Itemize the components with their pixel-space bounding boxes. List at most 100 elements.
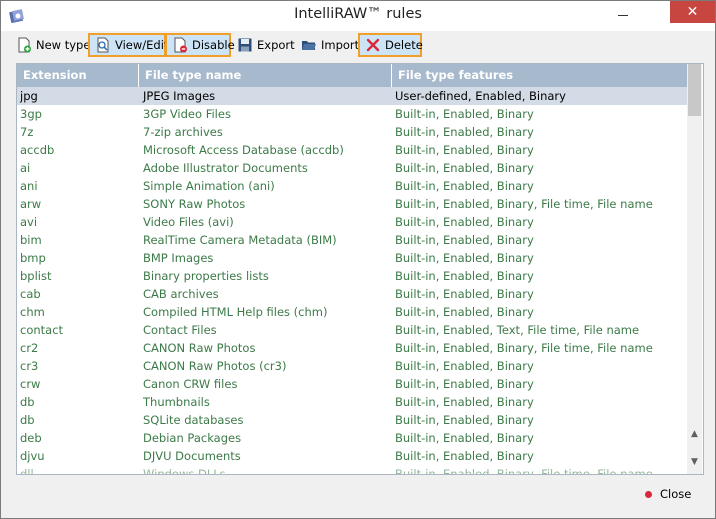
cell-file-type-name: Compiled HTML Help files (chm) — [143, 305, 328, 319]
table-row[interactable]: ani Simple Animation (ani) Built-in, Enabl… — [17, 177, 687, 195]
import-button[interactable]: Import — [296, 33, 364, 57]
cell-file-type-features: User-defined, Enabled, Binary — [395, 89, 566, 103]
cell-extension: db — [20, 395, 35, 409]
cell-file-type-name: Adobe Illustrator Documents — [143, 161, 308, 175]
close-label: Close — [660, 487, 692, 501]
cell-extension: ani — [20, 179, 38, 193]
table-row[interactable]: cr3 CANON Raw Photos (cr3) Built-in, Enabl… — [17, 357, 687, 375]
cell-extension: chm — [20, 305, 45, 319]
cell-file-type-features: Built-in, Enabled, Binary — [395, 413, 534, 427]
cell-extension: jpg — [20, 89, 38, 103]
close-button[interactable]: Close — [645, 484, 691, 504]
disable-label: Disable — [192, 38, 235, 52]
scroll-up-arrow-icon[interactable]: ▲ — [687, 427, 702, 442]
cell-file-type-features: Built-in, Enabled, Binary, File time, Fi… — [395, 341, 653, 355]
open-folder-icon — [302, 41, 316, 50]
cell-file-type-name: Simple Animation (ani) — [143, 179, 275, 193]
view-document-icon — [97, 37, 109, 53]
cell-extension: bplist — [20, 269, 52, 283]
cell-file-type-name: Canon CRW files — [143, 377, 238, 391]
cell-file-type-features: Built-in, Enabled, Binary — [395, 107, 534, 121]
view-edit-button[interactable]: View/Edit — [88, 33, 168, 57]
cell-file-type-name: CANON Raw Photos — [143, 341, 256, 355]
table-row[interactable]: bmp BMP Images Built-in, Enabled, Binary — [17, 249, 687, 267]
cell-extension: contact — [20, 323, 64, 337]
table-row[interactable]: contact Contact Files Built-in, Enabled, T… — [17, 321, 687, 339]
scrollbar-thumb[interactable] — [688, 64, 701, 116]
cell-file-type-features: Built-in, Enabled, Binary — [395, 431, 534, 445]
cell-extension: cr2 — [20, 341, 39, 355]
new-document-icon — [18, 37, 31, 53]
cell-file-type-name: 7-zip archives — [143, 125, 223, 139]
cell-file-type-name: Debian Packages — [143, 431, 242, 445]
window-close-button[interactable]: ✕ — [670, 1, 715, 23]
table-row[interactable]: db SQLite databases Built-in, Enabled, Bin… — [17, 411, 687, 429]
cell-extension: 7z — [20, 125, 34, 139]
cell-file-type-name: CAB archives — [143, 287, 219, 301]
scroll-down-arrow-icon[interactable]: ▼ — [687, 455, 702, 470]
table-row[interactable]: ai Adobe Illustrator Documents Built-in, E… — [17, 159, 687, 177]
new-type-button[interactable]: New type — [11, 33, 95, 57]
cell-file-type-features: Built-in, Enabled, Text, File time, File… — [395, 323, 640, 337]
delete-button[interactable]: Delete — [358, 33, 423, 57]
cell-file-type-name: Microsoft Access Database (accdb) — [143, 143, 344, 157]
table-row[interactable]: dll Windows DLLs Built-in, Enabled, Binary… — [17, 465, 687, 475]
table-row[interactable]: bim RealTime Camera Metadata (BIM) Built-i… — [17, 231, 687, 249]
table-body: jpg JPEG Images User-defined, Enabled, Bin… — [17, 87, 687, 475]
cell-extension: avi — [20, 215, 38, 229]
table-row[interactable]: arw SONY Raw Photos Built-in, Enabled, Bin… — [17, 195, 687, 213]
cell-file-type-features: Built-in, Enabled, Binary — [395, 269, 534, 283]
minimize-button[interactable] — [605, 1, 639, 27]
column-header-file-type-name[interactable]: File type name — [139, 64, 392, 87]
cell-file-type-name: CANON Raw Photos (cr3) — [143, 359, 287, 373]
cell-file-type-name: Binary properties lists — [143, 269, 269, 283]
table-row[interactable]: 3gp 3GP Video Files Built-in, Enabled, Bin… — [17, 105, 687, 123]
cell-file-type-features: Built-in, Enabled, Binary — [395, 449, 534, 463]
cell-file-type-name: RealTime Camera Metadata (BIM) — [143, 233, 337, 247]
cell-extension: accdb — [20, 143, 55, 157]
cell-file-type-name: SQLite databases — [143, 413, 244, 427]
table-row[interactable]: chm Compiled HTML Help files (chm) Built-i… — [17, 303, 687, 321]
cell-file-type-features: Built-in, Enabled, Binary, File time, Fi… — [395, 197, 653, 211]
vertical-scrollbar[interactable]: ▲ ▼ — [687, 64, 702, 474]
export-button[interactable]: Export — [232, 33, 300, 57]
cell-file-type-name: Contact Files — [143, 323, 217, 337]
cell-file-type-name: Thumbnails — [143, 395, 210, 409]
cell-extension: ai — [20, 161, 31, 175]
table-row[interactable]: jpg JPEG Images User-defined, Enabled, Bin… — [17, 87, 687, 105]
delete-x-icon — [366, 38, 380, 52]
cell-file-type-features: Built-in, Enabled, Binary, File time, Fi… — [395, 467, 653, 475]
cell-extension: crw — [20, 377, 41, 391]
cell-file-type-features: Built-in, Enabled, Binary — [395, 143, 534, 157]
table-row[interactable]: cab CAB archives Built-in, Enabled, Binary — [17, 285, 687, 303]
cell-file-type-features: Built-in, Enabled, Binary — [395, 125, 534, 139]
disable-button[interactable]: Disable — [165, 33, 235, 57]
cell-file-type-name: DJVU Documents — [143, 449, 241, 463]
cell-file-type-features: Built-in, Enabled, Binary — [395, 161, 534, 175]
column-header-extension[interactable]: Extension — [17, 64, 139, 87]
cell-file-type-features: Built-in, Enabled, Binary — [395, 233, 534, 247]
table-row[interactable]: crw Canon CRW files Built-in, Enabled, Bin… — [17, 375, 687, 393]
cell-file-type-name: Video Files (avi) — [143, 215, 234, 229]
table-row[interactable]: avi Video Files (avi) Built-in, Enabled, B… — [17, 213, 687, 231]
table-row[interactable]: 7z 7-zip archives Built-in, Enabled, Binar… — [17, 123, 687, 141]
toolbar: New type View/Edit Disable Export Import… — [1, 31, 715, 61]
save-disk-icon — [238, 38, 252, 52]
table-row[interactable]: bplist Binary properties lists Built-in, E… — [17, 267, 687, 285]
table-row[interactable]: djvu DJVU Documents Built-in, Enabled, Bin… — [17, 447, 687, 465]
cell-file-type-features: Built-in, Enabled, Binary — [395, 359, 534, 373]
cell-extension: deb — [20, 431, 42, 445]
cell-file-type-features: Built-in, Enabled, Binary — [395, 395, 534, 409]
column-header-file-type-features[interactable]: File type features — [392, 64, 687, 87]
cell-extension: bim — [20, 233, 42, 247]
table-row[interactable]: accdb Microsoft Access Database (accdb) Bu… — [17, 141, 687, 159]
cell-extension: arw — [20, 197, 42, 211]
table-header: Extension File type name File type featu… — [17, 64, 687, 87]
table-row[interactable]: deb Debian Packages Built-in, Enabled, Bin… — [17, 429, 687, 447]
cell-file-type-features: Built-in, Enabled, Binary — [395, 179, 534, 193]
rules-window: IntelliRAW™ rules ✕ New type View/Edit D… — [0, 0, 716, 519]
table-row[interactable]: cr2 CANON Raw Photos Built-in, Enabled, Bi… — [17, 339, 687, 357]
delete-label: Delete — [385, 38, 423, 52]
table-row[interactable]: db Thumbnails Built-in, Enabled, Binary — [17, 393, 687, 411]
cell-extension: cab — [20, 287, 41, 301]
